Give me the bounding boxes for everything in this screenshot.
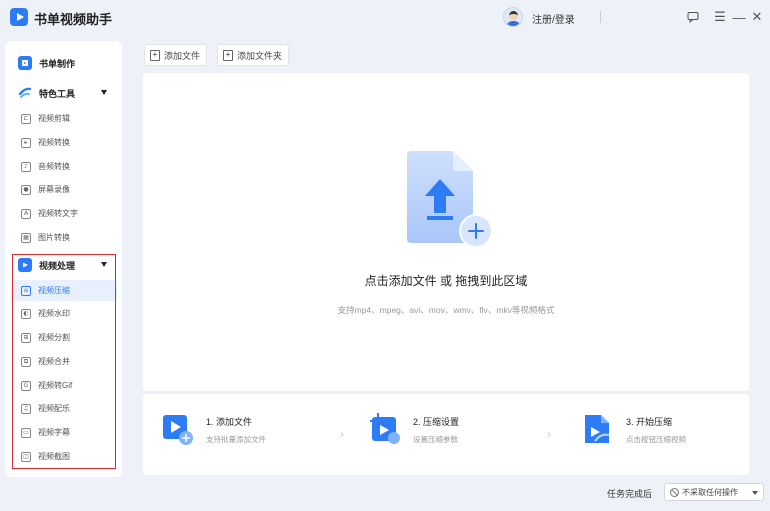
menu-icon[interactable]: ☰ [712,8,728,26]
sidebar-item-video-to-text[interactable]: A 视频转文字 [11,203,117,224]
chevron-down-icon [752,491,758,495]
sidebar-item-label: 音频转换 [38,162,70,171]
chat-icon[interactable] [685,8,701,26]
nav-book-making-label: 书单制作 [39,58,76,69]
sidebar-item-label: 视频转换 [38,138,70,147]
titlebar-divider [600,11,601,23]
sidebar-item-audio-convert[interactable]: ♪ 音频转换 [11,156,117,177]
chevron-down-icon[interactable] [101,90,107,95]
drop-hint: 支持mp4、mpeg、avi、mov、wmv、flv、mkv等视频格式 [337,305,555,315]
book-icon [18,56,32,70]
chevron-right-icon: › [547,427,551,441]
add-folder-label: 添加文件夹 [237,50,283,61]
add-file-button[interactable]: + 添加文件 [144,44,208,66]
app-title: 书单视频助手 [34,12,113,27]
nav-book-making[interactable]: 书单制作 [5,50,122,76]
image-icon: ▦ [21,232,31,243]
step-desc: 支持批量添加文件 [206,435,266,444]
nav-special-tools[interactable]: 特色工具 [5,80,122,106]
after-task-label: 任务完成后 [607,489,653,499]
after-task-select[interactable]: 不采取任何操作 [664,483,764,501]
step-title: 3. 开始压缩 [626,417,673,427]
ban-icon [670,487,679,497]
sidebar-item-label: 视频转文字 [38,209,78,218]
sidebar-item-screen-record[interactable]: ● 屏幕录像 [11,179,117,200]
title-bar: 书单视频助手 注册/登录 ☰ — ✕ [0,0,770,36]
drop-title: 点击添加文件 或 拖拽到此区域 [364,274,528,288]
sidebar-item-label: 屏幕录像 [38,185,70,194]
video-convert-icon: ▸ [21,137,31,148]
upload-file-icon [407,151,493,248]
add-folder-icon: + [223,49,233,61]
wand-icon [18,86,32,100]
steps-panel: 1. 添加文件 支持批量添加文件 › 2. 压缩设置 设置压缩参数 › 3. 开… [143,394,749,475]
sidebar-item-label: 图片转换 [38,233,70,242]
record-icon: ● [21,184,31,195]
add-file-icon: + [150,49,160,61]
settings-step-icon [370,413,400,444]
sidebar-item-label: 视频剪辑 [38,114,70,123]
drop-zone[interactable]: 点击添加文件 或 拖拽到此区域 支持mp4、mpeg、avi、mov、wmv、f… [143,73,749,391]
avatar[interactable] [503,7,523,27]
step-desc: 设置压缩参数 [413,435,458,444]
minimize-icon[interactable]: — [731,8,747,26]
step-desc: 点击按钮压缩视频 [626,435,686,444]
sidebar-item-video-convert[interactable]: ▸ 视频转换 [11,132,117,153]
nav-special-tools-label: 特色工具 [39,88,76,99]
chevron-right-icon: › [340,427,344,441]
add-file-label: 添加文件 [164,50,201,61]
sidebar-item-video-edit[interactable]: ⊏ 视频剪辑 [11,108,117,129]
highlight-annotation [12,254,116,469]
add-folder-button[interactable]: + 添加文件夹 [217,44,290,66]
step-title: 1. 添加文件 [206,417,253,427]
after-task-value: 不采取任何操作 [682,487,738,497]
text-icon: A [21,208,31,219]
app-logo-icon [10,8,28,26]
sidebar-item-image-convert[interactable]: ▦ 图片转换 [11,227,117,248]
add-file-step-icon [163,415,193,445]
crop-icon: ⊏ [21,113,31,124]
close-icon[interactable]: ✕ [749,8,765,26]
audio-icon: ♪ [21,161,31,172]
login-link[interactable]: 注册/登录 [532,11,575,26]
start-step-icon [585,415,610,443]
step-title: 2. 压缩设置 [413,417,460,427]
